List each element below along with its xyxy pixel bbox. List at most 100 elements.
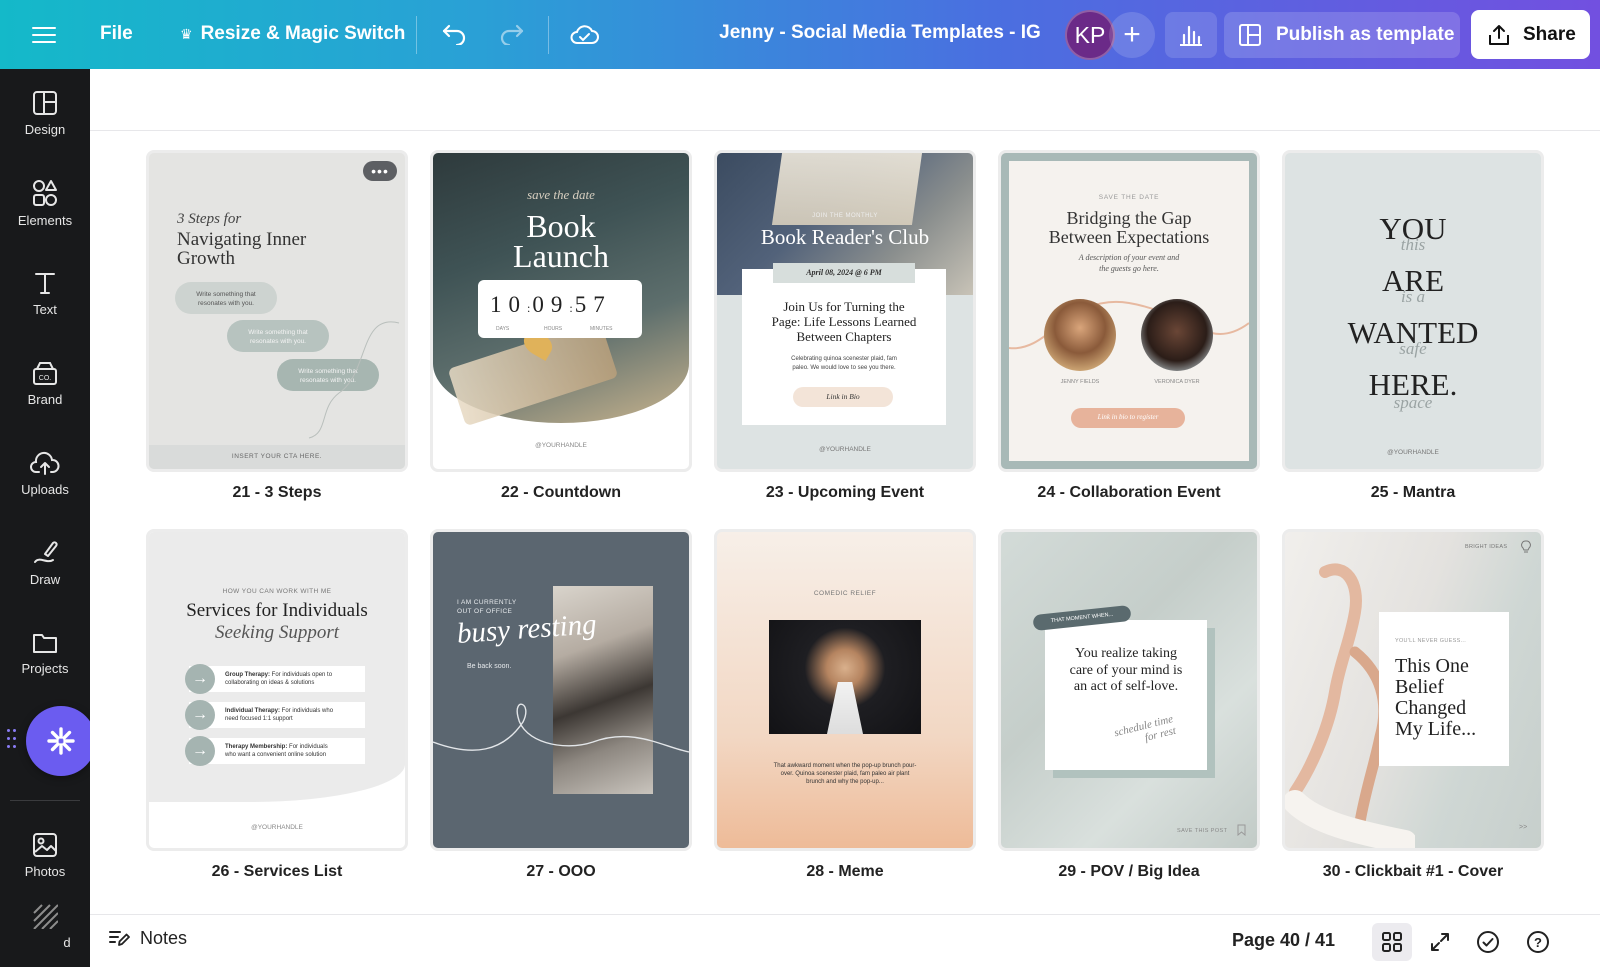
page-thumbnail[interactable]: I AM CURRENTLY OUT OF OFFICE busy resting… xyxy=(430,529,692,851)
decorative-curve xyxy=(308,321,400,439)
sidebar-item-label: Projects xyxy=(21,660,69,676)
undo-icon[interactable] xyxy=(432,12,476,56)
share-button[interactable]: Share xyxy=(1471,10,1590,59)
page-card-26[interactable]: HOW YOU CAN WORK WITH ME Services for In… xyxy=(146,529,408,881)
sidebar-item-projects[interactable]: Projects xyxy=(0,613,90,693)
bar-chart-icon xyxy=(1180,25,1202,46)
page-label: 30 - Clickbait #1 - Cover xyxy=(1322,863,1504,880)
thumb-bubble: Write something that resonates with you. xyxy=(175,282,277,314)
bookmark-icon xyxy=(1237,824,1246,836)
page-label: 24 - Collaboration Event xyxy=(1037,484,1221,501)
grid-view-icon[interactable] xyxy=(1372,923,1412,961)
help-icon[interactable]: ? xyxy=(1518,923,1558,961)
sidebar-item-elements[interactable]: Elements xyxy=(0,163,90,243)
drag-handle-icon[interactable] xyxy=(7,729,19,751)
thumb-script: is a xyxy=(1400,287,1426,306)
add-collaborator-button[interactable]: + xyxy=(1109,12,1155,58)
notes-icon xyxy=(109,931,130,946)
page-thumbnail[interactable]: ••• 3 Steps for Navigating Inner Growth W… xyxy=(146,150,408,472)
thumb-body: Join Us for Turning the Page: Life Lesson… xyxy=(771,299,917,344)
page-thumbnail[interactable]: THAT MOMENT WHEN... You realize taking ca… xyxy=(998,529,1260,851)
publish-as-template-button[interactable]: Publish as template xyxy=(1224,12,1460,58)
page-card-22[interactable]: save the date Book Launch 10:09:57 DAYS H… xyxy=(430,150,692,502)
page-thumbnail[interactable]: save the date Book Launch 10:09:57 DAYS H… xyxy=(430,150,692,472)
page-label: 29 - POV / Big Idea xyxy=(1058,863,1200,880)
thumb-title: Navigating Inner Growth xyxy=(177,229,307,269)
page-card-25[interactable]: YOU this ARE is a WANTED safe HERE. spac… xyxy=(1282,150,1544,502)
cloud-saved-icon[interactable] xyxy=(562,12,606,56)
brand-icon: CO. xyxy=(33,361,57,385)
decorative-curve xyxy=(433,703,689,753)
draw-icon xyxy=(34,540,58,563)
canvas-grid-view: ••• 3 Steps for Navigating Inner Growth W… xyxy=(90,69,1600,914)
svg-text:CO.: CO. xyxy=(39,375,52,382)
thumb-handle: @YOURHANDLE xyxy=(535,442,587,449)
page-card-30[interactable]: BRIGHT IDEAS YOU'LL NEVER GUESS... This … xyxy=(1282,529,1544,881)
page-card-24[interactable]: SAVE THE DATE Bridging the Gap Between Ex… xyxy=(998,150,1260,502)
thumb-title: Book Reader's Club xyxy=(760,225,930,249)
sidebar-item-draw[interactable]: Draw xyxy=(0,523,90,603)
photos-icon xyxy=(33,832,57,857)
toolbar-divider xyxy=(548,16,549,54)
document-title[interactable]: Jenny - Social Media Templates - IG xyxy=(700,22,1060,44)
resize-label: Resize & Magic Switch xyxy=(200,23,406,44)
countdown-box: 10:09:57 DAYS HOURS MINUTES xyxy=(478,280,642,338)
thumb-text: SAVE THIS POST xyxy=(1177,828,1228,834)
notes-button[interactable]: Notes xyxy=(108,927,187,949)
page-card-23[interactable]: JOIN THE MONTHLY Book Reader's Club Apri… xyxy=(714,150,976,502)
page-thumbnail[interactable]: JOIN THE MONTHLY Book Reader's Club Apri… xyxy=(714,150,976,472)
lightbulb-icon xyxy=(1521,540,1531,553)
thumb-text: HOW YOU CAN WORK WITH ME xyxy=(222,588,332,595)
sidebar-item-label: Brand xyxy=(27,391,63,407)
thumb-title: Services for Individuals xyxy=(186,600,368,621)
page-label: 27 - OOO xyxy=(526,863,596,880)
uploads-icon xyxy=(30,451,60,475)
projects-icon xyxy=(33,633,57,653)
thumb-date: April 08, 2024 @ 6 PM xyxy=(773,263,915,283)
avatar[interactable]: KP xyxy=(1065,10,1115,60)
sidebar-item-brand[interactable]: CO. Brand xyxy=(0,343,90,423)
redo-icon[interactable] xyxy=(490,12,534,56)
thumb-title: Seeking Support xyxy=(214,622,339,643)
thumb-title: This One Belief Changed My Life... xyxy=(1395,655,1477,740)
page-thumbnail[interactable]: COMEDIC RELIEF That awkward moment when … xyxy=(714,529,976,851)
avatar xyxy=(1044,299,1116,371)
thumb-cta: Link in bio to register xyxy=(1071,408,1185,428)
file-menu-button[interactable]: File xyxy=(88,12,145,56)
sidebar-item-background[interactable]: d xyxy=(0,897,90,967)
page-card-28[interactable]: COMEDIC RELIEF That awkward moment when … xyxy=(714,529,976,881)
divider xyxy=(90,130,1600,131)
thumb-title: Bridging the Gap Between Expectations xyxy=(1048,208,1210,247)
thumb-text: COMEDIC RELIEF xyxy=(813,590,877,597)
menu-icon[interactable] xyxy=(30,22,58,48)
page-label: 23 - Upcoming Event xyxy=(765,484,925,501)
magic-apps-button[interactable] xyxy=(26,706,96,776)
thumb-script: space xyxy=(1393,393,1433,412)
page-label: 28 - Meme xyxy=(806,863,884,880)
page-card-21[interactable]: ••• 3 Steps for Navigating Inner Growth W… xyxy=(146,150,408,502)
more-options-button[interactable]: ••• xyxy=(363,161,397,181)
sparkle-icon xyxy=(47,727,75,755)
page-indicator[interactable]: Page 40 / 41 xyxy=(1232,930,1335,951)
page-thumbnail[interactable]: YOU this ARE is a WANTED safe HERE. spac… xyxy=(1282,150,1544,472)
share-label: Share xyxy=(1523,23,1576,45)
page-thumbnail[interactable]: BRIGHT IDEAS YOU'LL NEVER GUESS... This … xyxy=(1282,529,1544,851)
insights-button[interactable] xyxy=(1165,12,1217,58)
thumb-caption: That awkward moment when the pop-up brun… xyxy=(773,763,917,785)
template-icon xyxy=(1239,24,1261,46)
page-label: 25 - Mantra xyxy=(1370,484,1456,501)
sidebar-item-uploads[interactable]: Uploads xyxy=(0,433,90,513)
fullscreen-icon[interactable] xyxy=(1420,923,1460,961)
sidebar-item-photos[interactable]: Photos xyxy=(0,815,90,895)
page-card-29[interactable]: THAT MOMENT WHEN... You realize taking ca… xyxy=(998,529,1260,881)
service-item: → Individual Therapy: For individuals wh… xyxy=(185,700,365,730)
sidebar-item-design[interactable]: Design xyxy=(0,73,90,153)
page-thumbnail[interactable]: SAVE THE DATE Bridging the Gap Between Ex… xyxy=(998,150,1260,472)
page-thumbnail[interactable]: HOW YOU CAN WORK WITH ME Services for In… xyxy=(146,529,408,851)
resize-magic-switch-button[interactable]: ♛ Resize & Magic Switch xyxy=(168,12,417,56)
page-card-27[interactable]: I AM CURRENTLY OUT OF OFFICE busy resting… xyxy=(430,529,692,881)
check-circle-icon[interactable] xyxy=(1468,923,1508,961)
thumb-small: Celebrating quinoa scenester plaid, fam p… xyxy=(791,356,897,371)
sidebar-item-text[interactable]: Text xyxy=(0,253,90,333)
share-icon xyxy=(1489,24,1509,45)
